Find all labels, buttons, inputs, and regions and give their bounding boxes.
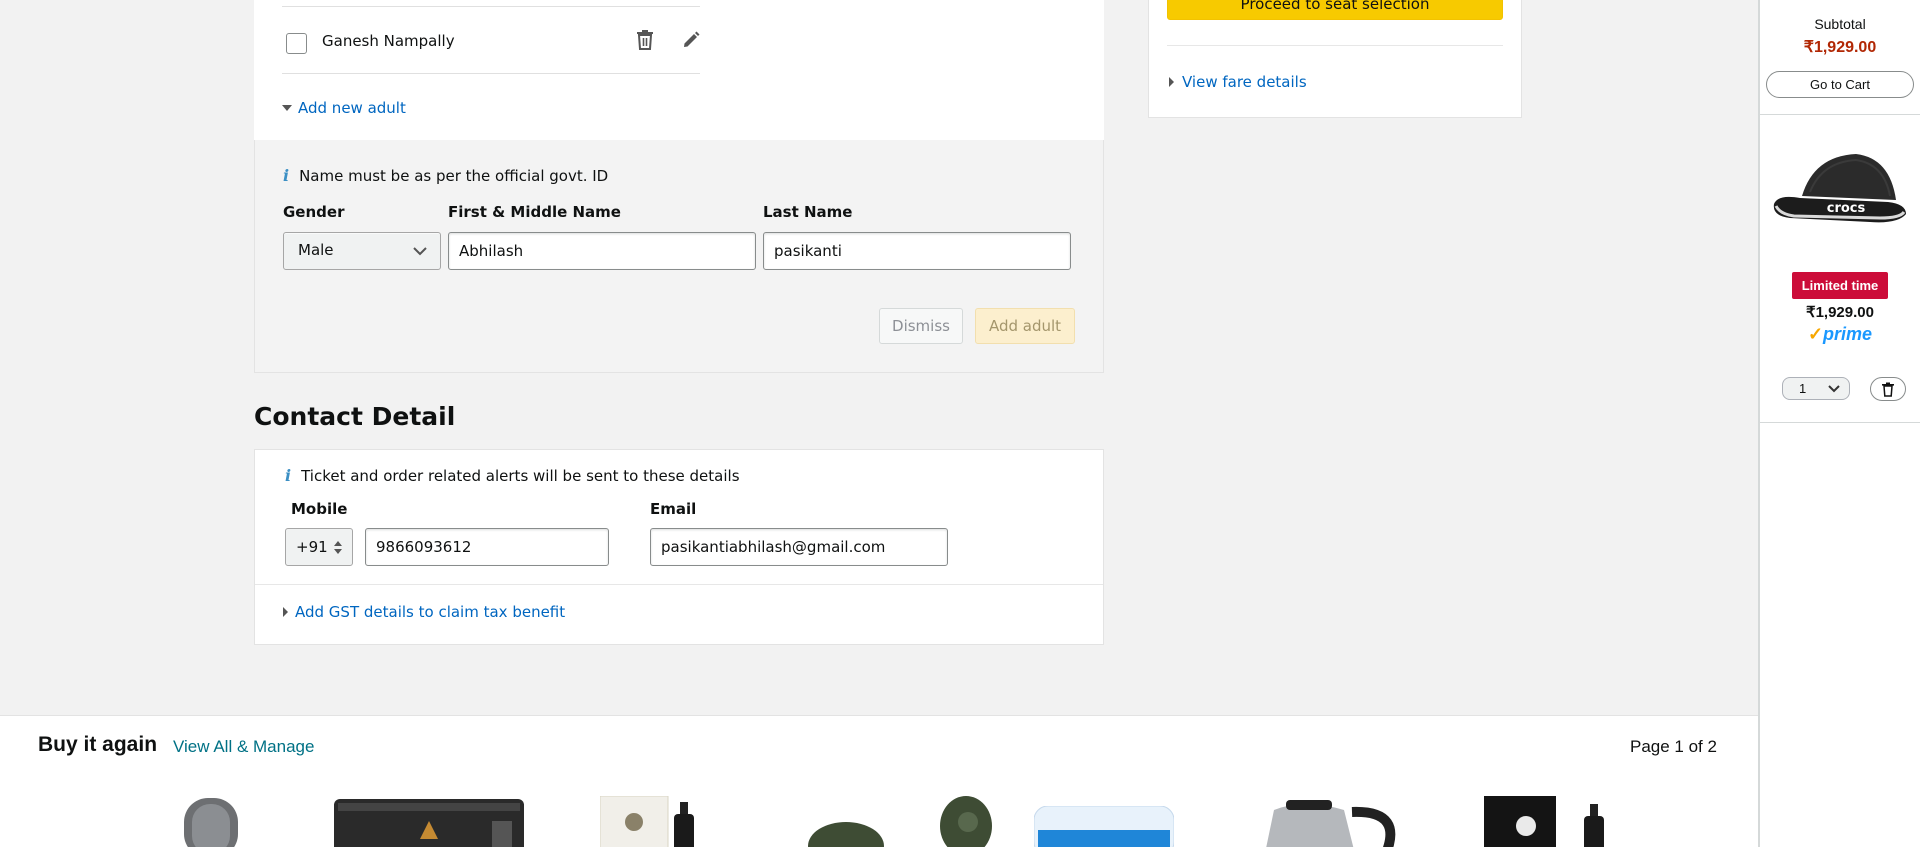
view-fare-details-link[interactable]: View fare details xyxy=(1169,73,1307,91)
name-info-text: Name must be as per the official govt. I… xyxy=(299,166,609,185)
delete-passenger-button[interactable] xyxy=(632,27,658,53)
proceed-to-seat-selection-button[interactable]: Proceed to seat selection xyxy=(1167,0,1503,20)
up-down-arrows-icon xyxy=(334,541,342,554)
contact-card: i Ticket and order related alerts will b… xyxy=(254,449,1104,645)
add-new-adult-label: Add new adult xyxy=(298,99,406,117)
country-code-value: +91 xyxy=(296,538,328,556)
cart-sidebar: Subtotal ₹1,929.00 Go to Cart crocs Limi… xyxy=(1758,0,1920,847)
subtotal-label: Subtotal xyxy=(1814,16,1866,32)
prime-badge: ✓prime xyxy=(1760,324,1920,345)
product-thumbnail-trimmer[interactable] xyxy=(176,798,246,847)
caret-right-icon xyxy=(1169,77,1174,87)
subtotal-amount: ₹1,929.00 xyxy=(1803,39,1877,56)
go-to-cart-button[interactable]: Go to Cart xyxy=(1766,71,1914,98)
view-all-manage-link[interactable]: View All & Manage xyxy=(173,737,314,757)
product-thumbnail-beard-oil[interactable] xyxy=(600,796,700,847)
first-name-input[interactable]: Abhilash xyxy=(448,232,756,270)
add-new-adult-toggle[interactable]: Add new adult xyxy=(282,99,406,117)
page-indicator: Page 1 of 2 xyxy=(1630,737,1717,756)
prime-check-icon: ✓ xyxy=(1807,324,1824,344)
product-thumbnail-protein-tub[interactable] xyxy=(334,799,524,847)
add-adult-form: i Name must be as per the official govt.… xyxy=(254,140,1104,373)
divider xyxy=(1760,114,1920,115)
mobile-label: Mobile xyxy=(291,500,348,518)
caret-down-icon xyxy=(282,105,292,111)
prime-label: prime xyxy=(1823,324,1873,344)
cart-item-price: ₹1,929.00 xyxy=(1806,304,1874,321)
product-thumbnail-earbuds[interactable] xyxy=(786,796,1016,847)
contact-detail-heading: Contact Detail xyxy=(254,402,456,431)
first-name-label: First & Middle Name xyxy=(448,203,621,221)
last-name-label: Last Name xyxy=(763,203,853,221)
chevron-down-icon xyxy=(1828,385,1840,393)
fare-details-label: View fare details xyxy=(1182,73,1307,91)
product-thumbnail-kettle[interactable] xyxy=(1234,798,1410,847)
divider xyxy=(1167,45,1503,46)
dismiss-button[interactable]: Dismiss xyxy=(879,308,963,344)
crocs-logo-text: crocs xyxy=(1827,201,1866,216)
caret-right-icon xyxy=(283,607,288,617)
buy-it-again-title: Buy it again xyxy=(38,733,158,756)
gender-value: Male xyxy=(298,241,334,259)
edit-passenger-button[interactable] xyxy=(678,27,704,53)
main-area: Ganesh Nampally Add new adult i Name mus… xyxy=(0,0,1758,847)
pencil-icon xyxy=(684,31,700,47)
divider xyxy=(255,584,1103,585)
info-icon: i xyxy=(283,166,290,185)
quantity-select[interactable]: 1 xyxy=(1782,377,1850,400)
contact-info-row: i Ticket and order related alerts will b… xyxy=(285,466,740,485)
chevron-down-icon xyxy=(413,247,427,256)
cart-item-image-sandal[interactable]: crocs xyxy=(1770,152,1910,224)
last-name-input[interactable]: pasikanti xyxy=(763,232,1071,270)
email-label: Email xyxy=(650,500,697,518)
contact-info-text: Ticket and order related alerts will be … xyxy=(301,466,740,485)
trash-icon xyxy=(637,30,653,50)
info-icon: i xyxy=(285,466,292,485)
country-code-select[interactable]: +91 xyxy=(285,528,353,566)
limited-time-deal-badge: Limited time xyxy=(1792,272,1888,299)
delete-cart-item-button[interactable] xyxy=(1870,377,1906,401)
saved-passenger-name: Ganesh Nampally xyxy=(322,32,455,50)
quantity-value: 1 xyxy=(1799,381,1807,396)
passenger-checkbox[interactable] xyxy=(286,33,307,54)
email-input[interactable]: pasikantiabhilash@gmail.com xyxy=(650,528,948,566)
add-adult-button[interactable]: Add adult xyxy=(975,308,1075,344)
divider xyxy=(1760,422,1920,423)
mobile-input[interactable]: 9866093612 xyxy=(365,528,609,566)
add-gst-details-link[interactable]: Add GST details to claim tax benefit xyxy=(283,603,565,621)
gst-link-label: Add GST details to claim tax benefit xyxy=(295,603,566,621)
buy-it-again-section: Buy it again View All & Manage Page 1 of… xyxy=(0,715,1758,847)
name-info-row: i Name must be as per the official govt.… xyxy=(283,166,608,185)
saved-passenger-row: Ganesh Nampally xyxy=(282,6,700,74)
passenger-card: Ganesh Nampally Add new adult xyxy=(254,0,1104,140)
gender-label: Gender xyxy=(283,203,345,221)
gender-select[interactable]: Male xyxy=(283,232,441,270)
booking-summary-card: Proceed to seat selection View fare deta… xyxy=(1148,0,1522,118)
trash-icon xyxy=(1882,382,1894,397)
product-thumbnail-face-serum[interactable] xyxy=(1484,796,1610,847)
product-thumbnail-supplement[interactable] xyxy=(1034,806,1174,847)
